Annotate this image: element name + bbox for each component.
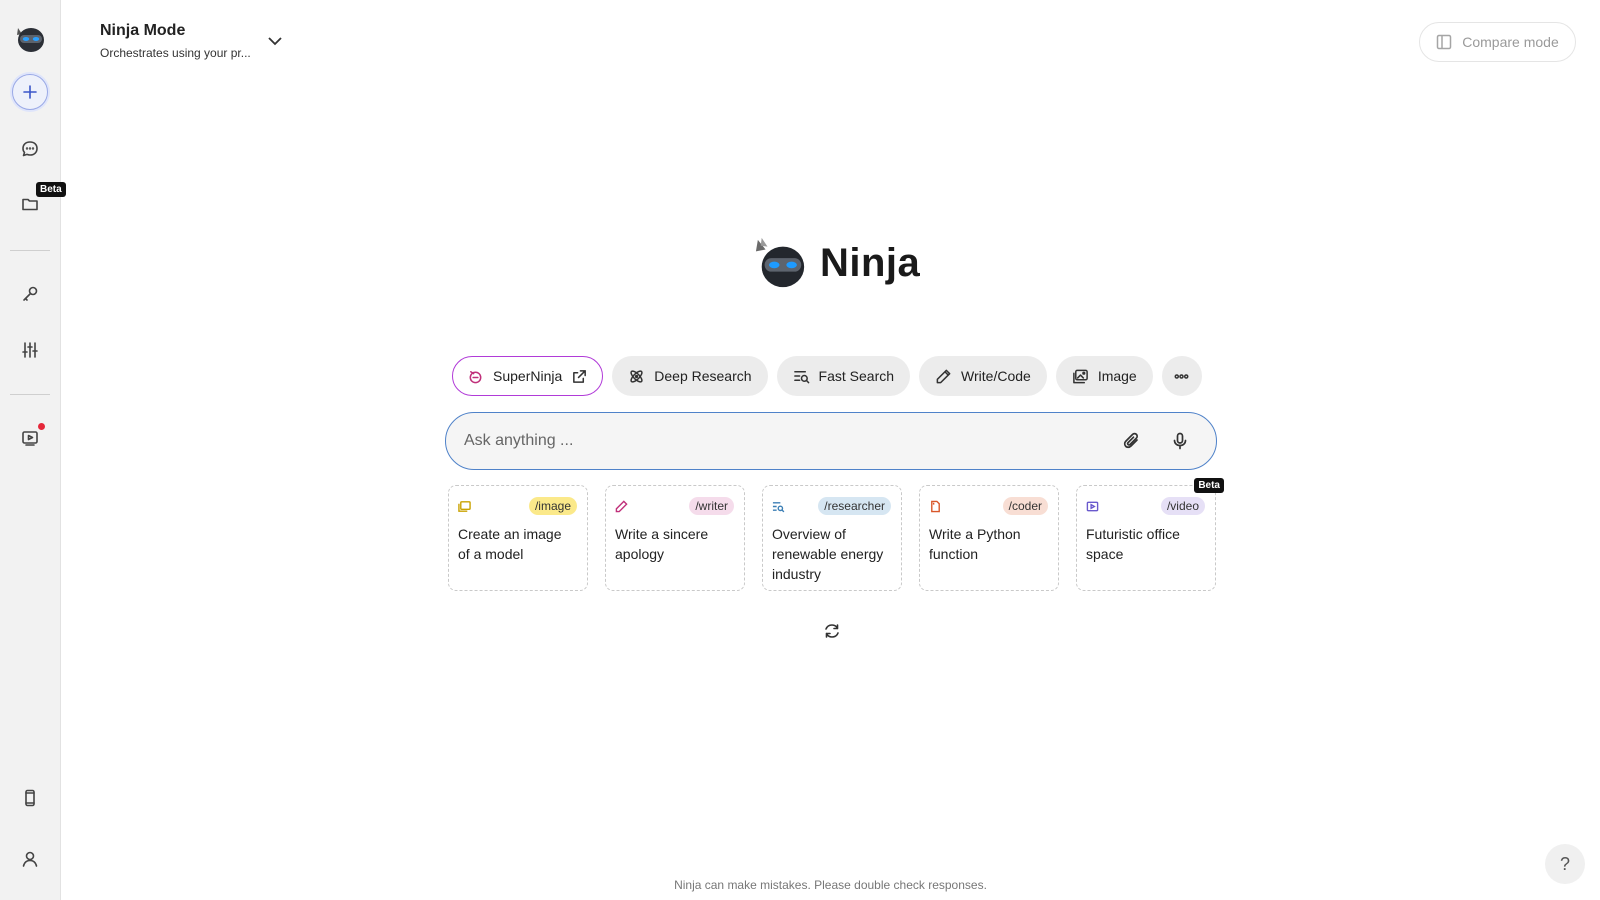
mode-selector[interactable]: Ninja Mode Orchestrates using your pr... (100, 22, 251, 60)
split-panel-icon (1437, 34, 1452, 50)
beta-badge: Beta (1194, 478, 1224, 493)
ninja-logo-icon[interactable] (12, 20, 48, 56)
attach-button[interactable] (1114, 423, 1150, 459)
suggestion-cards: /image Create an image of a model /write… (448, 478, 1224, 591)
sidebar-divider (10, 394, 50, 395)
chip-label: Write/Code (961, 368, 1031, 384)
new-chat-button[interactable] (12, 74, 48, 110)
sidebar: Beta (0, 0, 66, 900)
superninja-icon (469, 370, 482, 383)
sidebar-divider (10, 250, 50, 251)
mobile-app-button[interactable] (12, 780, 48, 816)
write-code-chip[interactable]: Write/Code (919, 356, 1047, 396)
superninja-chip[interactable]: SuperNinja (452, 356, 604, 396)
prompt-input[interactable] (464, 432, 1102, 450)
card-text: Futuristic office space (1086, 526, 1180, 562)
mode-subtitle: Orchestrates using your pr... (100, 46, 251, 60)
image-icon (1072, 369, 1088, 383)
card-text: Write a sincere apology (615, 526, 709, 562)
refresh-suggestions-button[interactable] (821, 620, 843, 642)
code-file-icon (931, 500, 940, 512)
tools-button[interactable] (12, 276, 48, 312)
chip-label: Deep Research (654, 368, 752, 384)
hero-title: Ninja (820, 240, 921, 285)
chip-label: Image (1097, 368, 1137, 384)
folder-icon (22, 198, 38, 211)
microphone-icon (1173, 432, 1187, 450)
image-chip[interactable]: Image (1055, 356, 1153, 396)
pencil-icon (615, 499, 628, 512)
beta-badge: Beta (36, 182, 66, 197)
mode-title: Ninja Mode (100, 22, 186, 39)
card-tag: /coder (1002, 497, 1048, 515)
chevron-down-icon[interactable] (266, 32, 284, 50)
ninja-logo-icon (755, 237, 805, 288)
card-tag: /image (528, 497, 577, 515)
settings-button[interactable] (12, 332, 48, 368)
chip-label: Fast Search (818, 368, 895, 384)
skill-chips: SuperNinja Deep Research Fast Search Wri… (452, 356, 1202, 396)
hero-brand: Ninja (752, 236, 920, 290)
chip-label: SuperNinja (493, 368, 563, 384)
user-icon (22, 851, 38, 867)
atom-icon (630, 369, 643, 383)
suggestion-card-image[interactable]: /image Create an image of a model (448, 485, 588, 591)
paperclip-icon (1123, 432, 1138, 449)
chat-history-button[interactable] (12, 131, 48, 167)
card-tag: /video (1160, 497, 1205, 515)
fast-search-chip[interactable]: Fast Search (776, 356, 911, 396)
suggestion-card-researcher[interactable]: /researcher Overview of renewable energy… (762, 485, 902, 591)
prompt-box (445, 412, 1217, 470)
disclaimer-text: Ninja can make mistakes. Please double c… (674, 878, 987, 892)
suggestion-card-video[interactable]: Beta /video Futuristic office space (1076, 478, 1224, 591)
notification-dot (38, 423, 45, 430)
compare-mode-label: Compare mode (1462, 34, 1559, 50)
help-icon: ? (1559, 853, 1570, 874)
refresh-icon (825, 624, 839, 638)
compare-mode-button[interactable]: Compare mode (1419, 22, 1576, 62)
more-dots-icon (1174, 373, 1189, 379)
search-lines-icon (793, 370, 809, 383)
chat-bubble-icon (22, 141, 38, 157)
card-text: Write a Python function (929, 526, 1021, 562)
phone-icon (25, 789, 35, 807)
more-skills-button[interactable] (1161, 356, 1202, 396)
video-icon (1086, 501, 1099, 511)
suggestion-card-coder[interactable]: /coder Write a Python function (919, 485, 1059, 591)
card-text: Create an image of a model (458, 526, 562, 562)
card-tag: /writer (689, 497, 734, 515)
help-button[interactable]: ? (1545, 844, 1585, 884)
deep-research-chip[interactable]: Deep Research (612, 356, 768, 396)
sliders-icon (22, 342, 38, 358)
card-text: Overview of renewable energy industry (772, 526, 884, 582)
pencil-icon (936, 369, 951, 383)
profile-button[interactable] (12, 841, 48, 877)
card-tag: /researcher (818, 497, 891, 515)
external-link-icon (573, 369, 587, 383)
image-icon (458, 500, 471, 512)
key-icon (23, 286, 38, 301)
play-screen-icon (22, 431, 38, 446)
search-lines-icon (772, 501, 785, 512)
voice-input-button[interactable] (1162, 423, 1198, 459)
suggestion-card-writer[interactable]: /writer Write a sincere apology (605, 485, 745, 591)
